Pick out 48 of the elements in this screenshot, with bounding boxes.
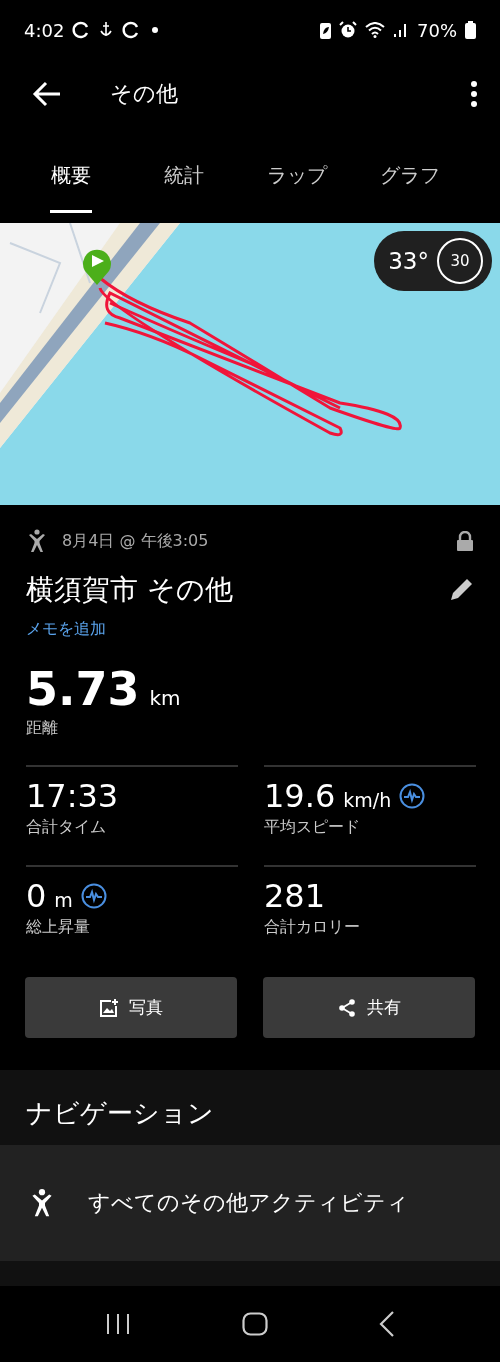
add-photo-icon [99, 997, 119, 1018]
stat-label: 合計タイム [26, 817, 107, 838]
tab[interactable]: 統計 [127, 128, 240, 223]
photo-button[interactable]: 写真 [25, 977, 237, 1038]
tab[interactable]: 概要 [14, 128, 127, 223]
battery-percentage: 70% [417, 19, 457, 41]
navigation-item[interactable]: すべてのその他アクティビティ [0, 1145, 500, 1261]
activity-date: 8月4日 @ 午後3:05 [62, 530, 209, 552]
tab[interactable]: グラフ [353, 128, 466, 223]
signal-icon [393, 22, 409, 38]
chart-icon[interactable] [399, 783, 426, 809]
clock: 4:02 [24, 19, 65, 41]
pencil-icon[interactable] [448, 577, 474, 603]
wifi-icon [365, 22, 385, 38]
stat-unit: m [54, 889, 73, 911]
tab[interactable]: ラップ [240, 128, 353, 223]
chart-icon[interactable] [80, 883, 107, 909]
stat-value: 0 [26, 877, 47, 915]
activity-title: 横須賀市 その他 [26, 572, 234, 608]
more-options-icon[interactable] [470, 80, 478, 108]
share-button[interactable]: 共有 [263, 977, 475, 1038]
back-icon[interactable] [378, 1311, 395, 1337]
stat-value: 19.6 [264, 777, 336, 815]
wind-dial: 30 [437, 238, 483, 284]
section-heading: ナビゲーション [25, 1097, 215, 1130]
person-icon [30, 1188, 54, 1218]
screen-title: その他 [110, 80, 179, 108]
stat-value: 281 [264, 877, 326, 915]
stat-label: 合計カロリー [264, 917, 361, 938]
share-icon [337, 997, 357, 1018]
sync-icon [122, 21, 141, 39]
lock-icon [456, 531, 474, 551]
temperature: 33° [388, 248, 429, 274]
stat-unit: km/h [343, 789, 392, 811]
alarm-icon [339, 21, 357, 39]
stat-value: 17:33 [26, 777, 119, 815]
recent-apps-icon[interactable] [105, 1313, 132, 1335]
battery-icon [465, 21, 476, 39]
person-icon [26, 529, 48, 553]
add-note-link[interactable]: メモを追加 [26, 619, 106, 640]
stat-label: 平均スピード [264, 817, 361, 838]
stat-label: 総上昇量 [26, 917, 91, 938]
home-icon[interactable] [242, 1312, 268, 1336]
distance-value: 5.73 [26, 662, 140, 716]
distance-unit: km [149, 686, 181, 710]
battery-saver-icon [320, 21, 331, 39]
sync-icon [72, 21, 91, 39]
distance-label: 距離 [26, 718, 59, 739]
